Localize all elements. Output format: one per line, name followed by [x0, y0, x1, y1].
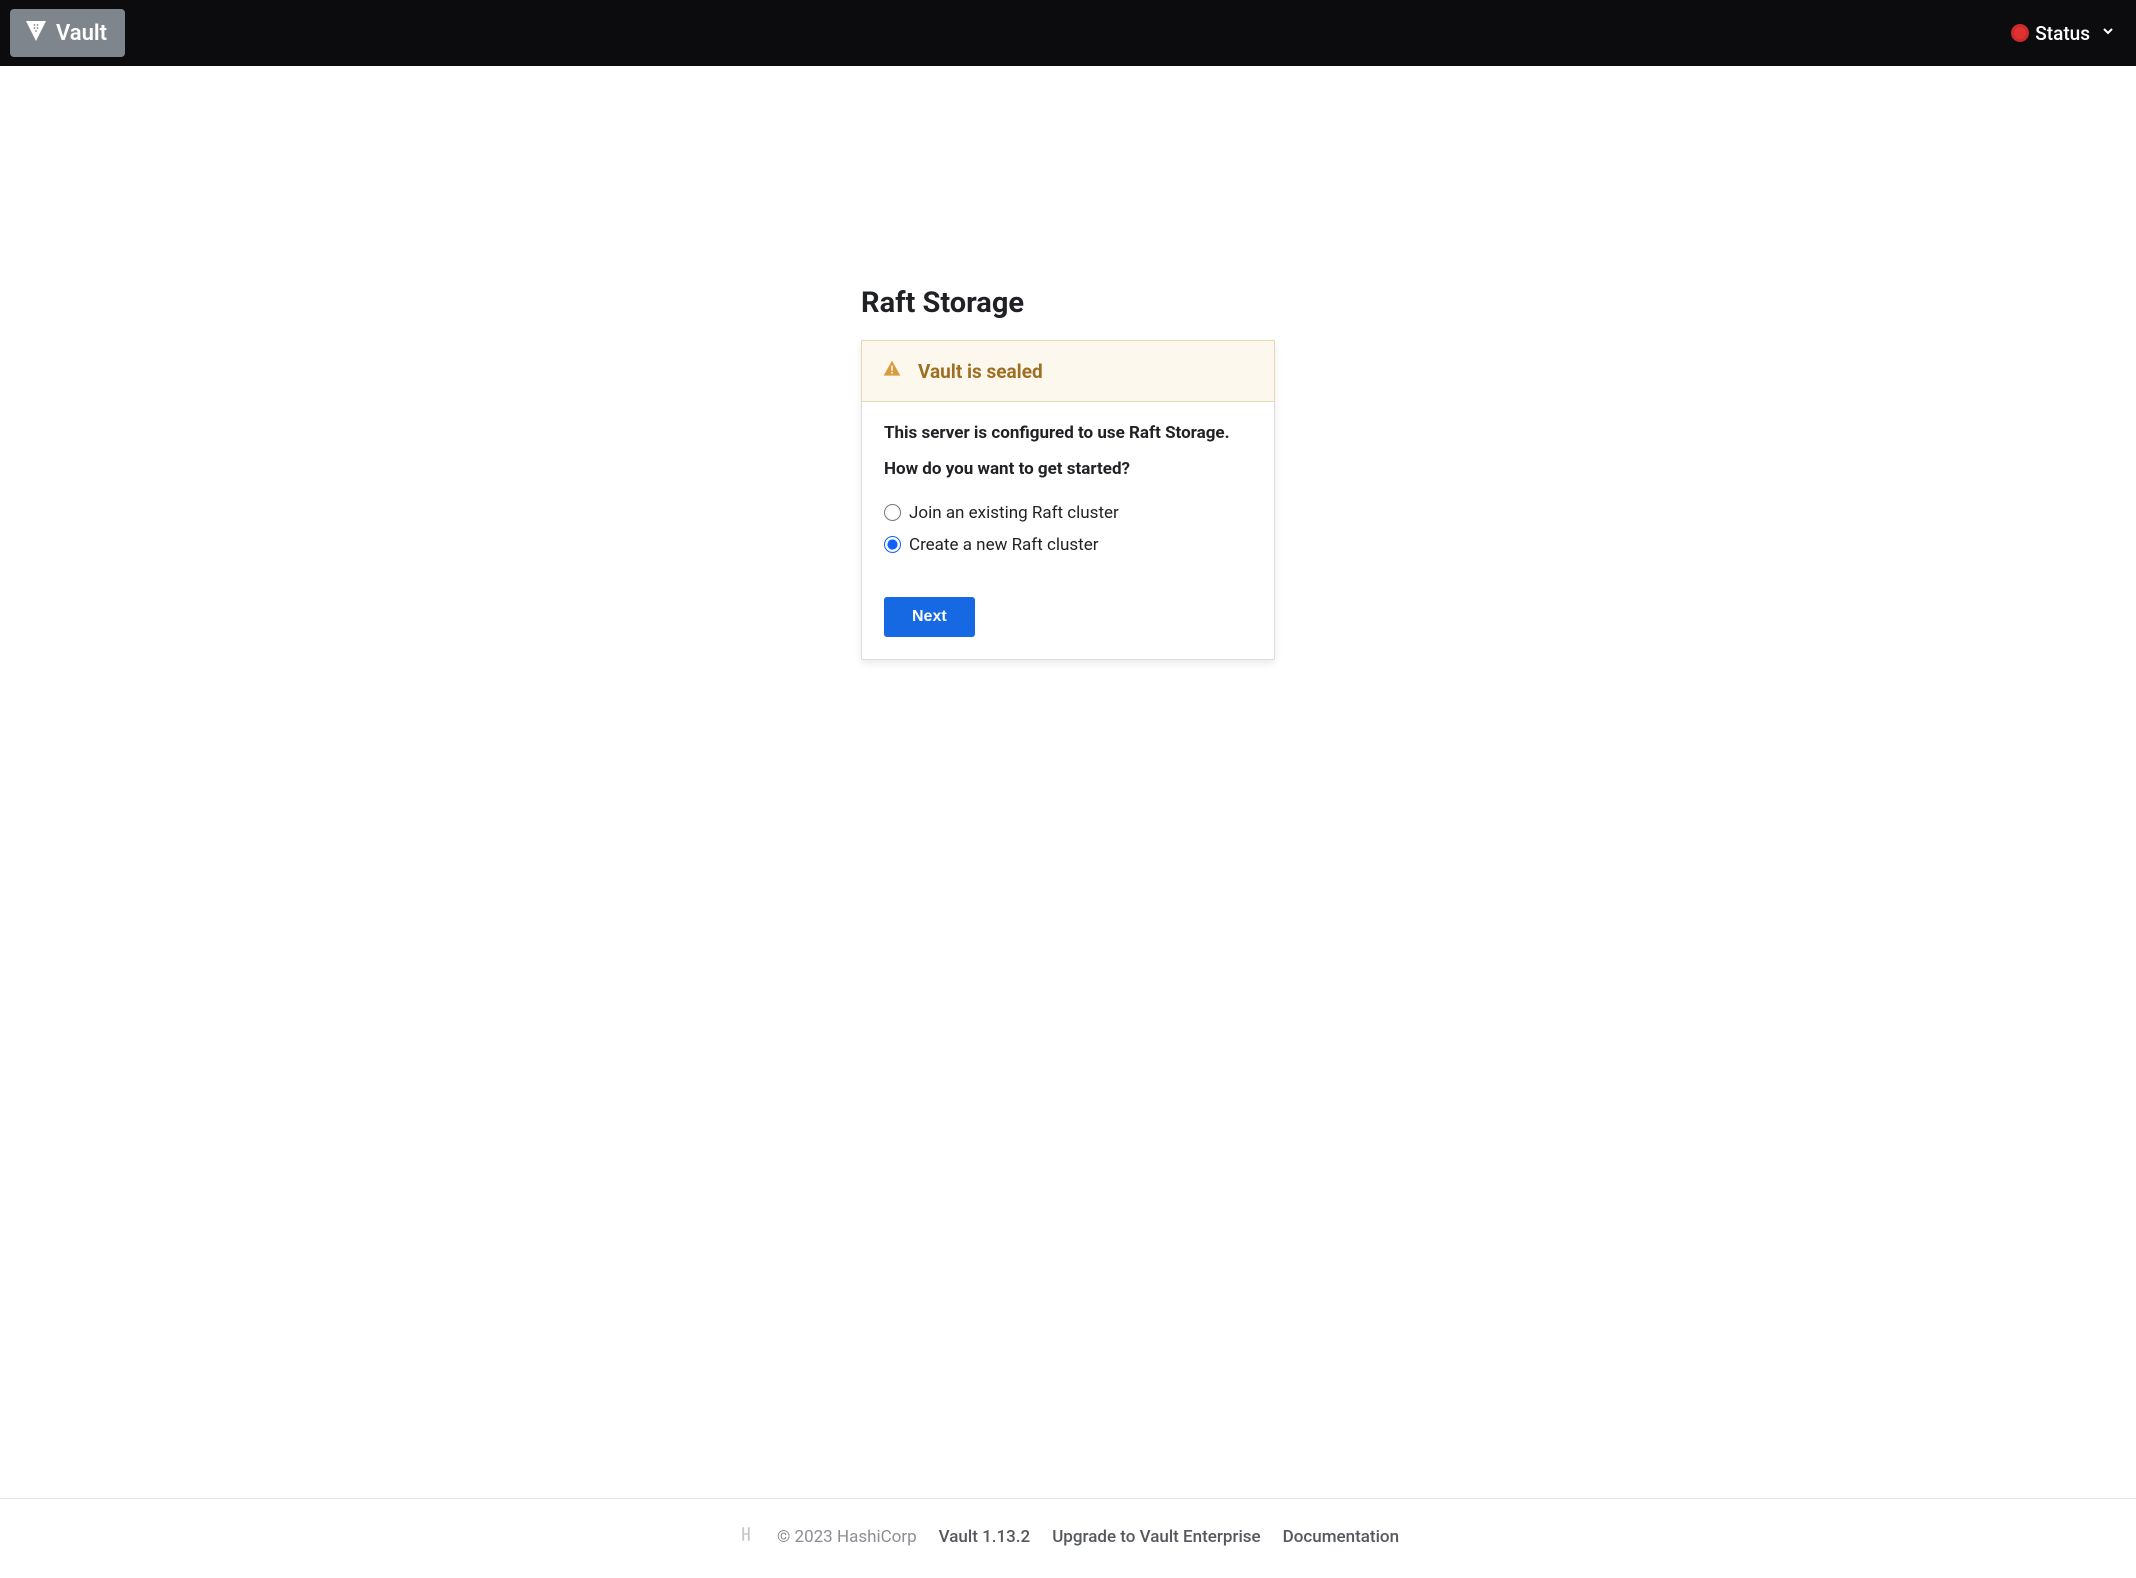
card-body: This server is configured to use Raft St… [862, 402, 1274, 659]
status-menu[interactable]: Status [2011, 22, 2116, 45]
chevron-down-icon [2100, 23, 2116, 43]
page-title: Raft Storage [861, 286, 1275, 320]
footer-copyright: © 2023 HashiCorp [777, 1527, 917, 1547]
status-label: Status [2035, 22, 2090, 45]
hashicorp-icon [737, 1525, 755, 1548]
app-header: Vault Status [0, 0, 2136, 66]
status-indicator-icon [2011, 24, 2029, 42]
radio-create-label: Create a new Raft cluster [909, 535, 1099, 555]
radio-option-create[interactable]: Create a new Raft cluster [884, 535, 1252, 555]
warning-icon [882, 359, 902, 383]
raft-card: Vault is sealed This server is configure… [861, 340, 1275, 660]
footer-version: Vault 1.13.2 [939, 1527, 1031, 1547]
radio-option-join[interactable]: Join an existing Raft cluster [884, 503, 1252, 523]
sealed-alert: Vault is sealed [861, 340, 1275, 402]
documentation-link[interactable]: Documentation [1283, 1527, 1399, 1547]
card-description: This server is configured to use Raft St… [884, 422, 1252, 445]
app-footer: © 2023 HashiCorp Vault 1.13.2 Upgrade to… [0, 1498, 2136, 1578]
brand-logo[interactable]: Vault [10, 9, 125, 57]
cluster-choice-group: Join an existing Raft cluster Create a n… [884, 503, 1252, 555]
alert-text: Vault is sealed [918, 360, 1043, 383]
upgrade-link[interactable]: Upgrade to Vault Enterprise [1052, 1527, 1260, 1547]
radio-join-input[interactable] [884, 504, 901, 521]
radio-join-label: Join an existing Raft cluster [909, 503, 1119, 523]
next-button[interactable]: Next [884, 597, 975, 637]
main-content: Raft Storage Vault is sealed This server… [0, 66, 2136, 1498]
vault-logo-icon [24, 19, 56, 47]
card-question: How do you want to get started? [884, 459, 1252, 479]
radio-create-input[interactable] [884, 536, 901, 553]
brand-name: Vault [56, 21, 107, 46]
